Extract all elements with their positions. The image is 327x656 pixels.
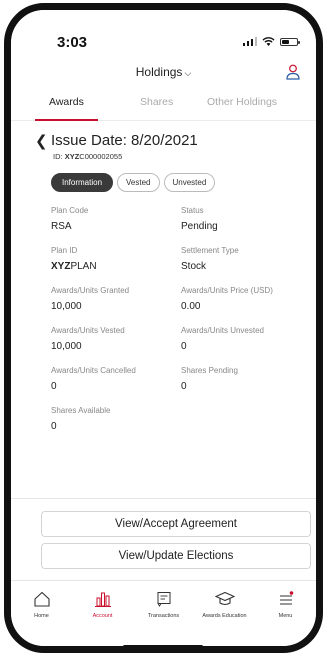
notification-dot [289, 591, 293, 595]
field-label: Awards/Units Granted [51, 286, 130, 295]
field-label: Settlement Type [181, 246, 239, 255]
divider [11, 498, 316, 499]
field-label: Awards/Units Unvested [181, 326, 264, 335]
nav-transactions[interactable]: Transactions [133, 581, 194, 627]
plan-id-suffix: PLAN [70, 261, 97, 272]
field-label: Status [181, 206, 204, 215]
pill-unvested[interactable]: Unvested [163, 173, 216, 192]
field-label: Awards/Units Price (USD) [181, 286, 273, 295]
nav-menu[interactable]: Menu [255, 581, 316, 627]
field-value: Stock [181, 261, 207, 272]
field-label: Awards/Units Vested [51, 326, 125, 335]
status-bar: 3:03 [11, 10, 316, 58]
status-icons [242, 37, 300, 46]
nav-label: Menu [278, 613, 293, 619]
nav-label: Home [34, 613, 49, 619]
field-plan-id: Plan ID XYZPLAN [51, 246, 97, 272]
bottom-nav: Home Account Transactions Awards Educati… [11, 580, 316, 627]
holdings-dropdown[interactable]: Holdings ⌵ [11, 65, 316, 79]
signal-icon [242, 37, 257, 46]
graduation-cap-icon [214, 591, 235, 606]
award-id-label: ID: [53, 152, 63, 161]
tab-shares[interactable]: Shares [140, 90, 173, 120]
award-view-pills: Information Vested Unvested [51, 173, 216, 192]
award-id-number: C000002055 [79, 152, 123, 161]
home-icon [33, 591, 50, 607]
phone-frame: 3:03 Holdings ⌵ Awards Shares Other Holdi… [4, 3, 323, 653]
field-settlement-type: Settlement Type Stock [181, 246, 239, 272]
nav-label: Awards Education [202, 613, 247, 619]
field-value: 0 [51, 381, 57, 392]
field-units-vested: Awards/Units Vested 10,000 [51, 326, 125, 352]
pill-vested[interactable]: Vested [117, 173, 160, 192]
home-indicator [123, 645, 203, 646]
chevron-down-icon: ⌵ [184, 68, 192, 78]
plan-id-prefix: XYZ [51, 261, 71, 272]
field-status: Status Pending [181, 206, 218, 232]
field-value: 0 [181, 341, 187, 352]
pill-information[interactable]: Information [51, 173, 114, 192]
field-value: 10,000 [51, 341, 82, 352]
tab-awards[interactable]: Awards [35, 90, 98, 121]
nav-awards-education[interactable]: Awards Education [194, 581, 255, 627]
field-label: Shares Pending [181, 366, 238, 375]
page-header: Holdings ⌵ [11, 58, 316, 86]
award-id: ID: XYZC000002055 [53, 152, 122, 161]
battery-icon [280, 37, 300, 46]
screen: 3:03 Holdings ⌵ Awards Shares Other Holdi… [11, 10, 316, 646]
field-shares-available: Shares Available 0 [51, 406, 110, 432]
field-value: RSA [51, 221, 72, 232]
field-label: Awards/Units Cancelled [51, 366, 136, 375]
field-value: XYZPLAN [51, 261, 97, 272]
field-units-granted: Awards/Units Granted 10,000 [51, 286, 129, 312]
page-title: Holdings [135, 65, 183, 79]
menu-icon [279, 591, 293, 605]
user-profile-icon[interactable] [286, 64, 300, 80]
status-time: 3:03 [57, 34, 88, 51]
field-value: 10,000 [51, 301, 82, 312]
field-units-unvested: Awards/Units Unvested 0 [181, 326, 264, 352]
field-value: 0 [181, 381, 187, 392]
field-plan-code: Plan Code RSA [51, 206, 88, 232]
field-units-cancelled: Awards/Units Cancelled 0 [51, 366, 136, 392]
field-shares-pending: Shares Pending 0 [181, 366, 238, 392]
wifi-icon [262, 37, 275, 46]
nav-home[interactable]: Home [11, 581, 72, 627]
holdings-tabs: Awards Shares Other Holdings [11, 90, 316, 121]
field-value: 0.00 [181, 301, 201, 312]
field-value: Pending [181, 221, 218, 232]
bar-chart-icon [94, 592, 111, 607]
field-value: 0 [51, 421, 57, 432]
field-label: Plan ID [51, 246, 78, 255]
field-label: Shares Available [51, 406, 111, 415]
nav-account[interactable]: Account [72, 581, 133, 627]
back-chevron-icon[interactable]: ❮ [35, 132, 48, 150]
award-id-prefix: XYZ [64, 152, 80, 161]
receipt-icon [157, 592, 170, 607]
tab-other-holdings[interactable]: Other Holdings [207, 90, 277, 120]
field-label: Plan Code [51, 206, 89, 215]
view-update-elections-button[interactable]: View/Update Elections [41, 543, 311, 569]
field-units-price: Awards/Units Price (USD) 0.00 [181, 286, 273, 312]
view-accept-agreement-button[interactable]: View/Accept Agreement [41, 511, 311, 537]
award-title: Issue Date: 8/20/2021 [51, 132, 198, 149]
nav-label: Transactions [147, 613, 180, 619]
nav-label: Account [92, 613, 113, 619]
